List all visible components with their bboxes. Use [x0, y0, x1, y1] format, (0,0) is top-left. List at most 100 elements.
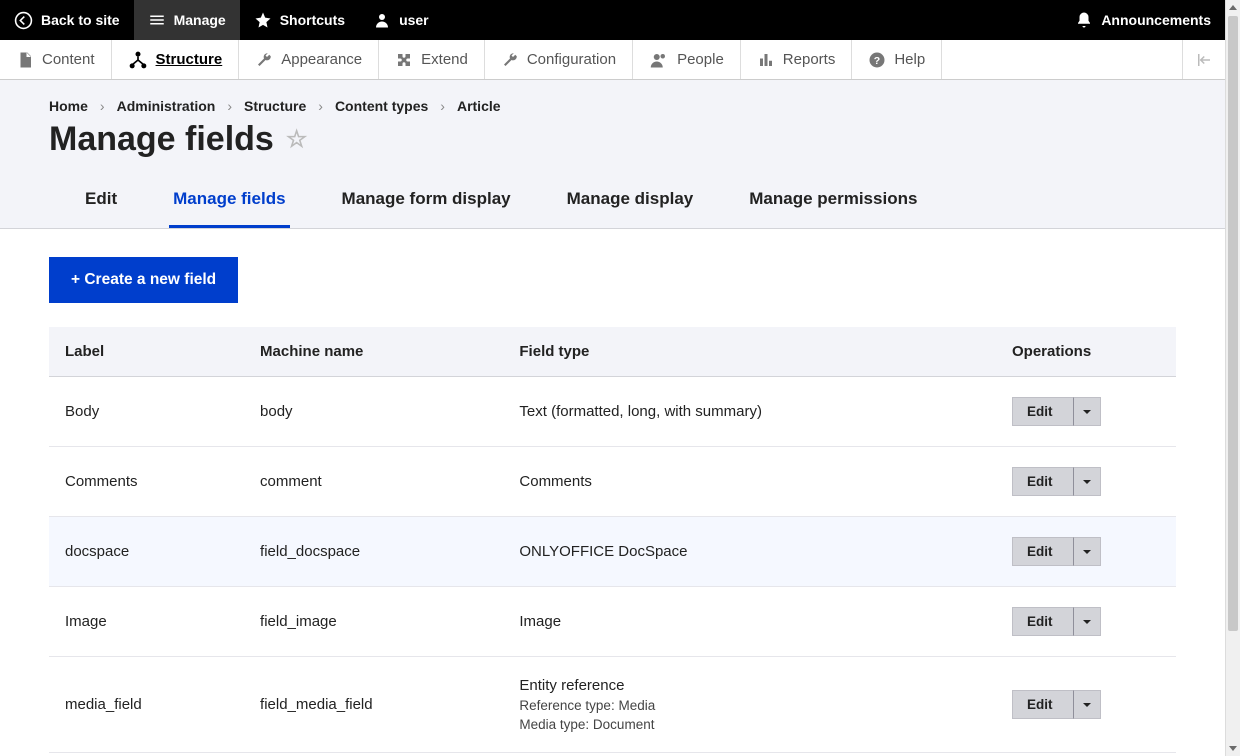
cell-machine: field_image [244, 587, 503, 657]
crumb-admin[interactable]: Administration [117, 98, 216, 114]
table-row: Imagefield_imageImage Edit [49, 587, 1176, 657]
top-toolbar: Back to site Manage Shortcuts user Annou… [0, 0, 1225, 40]
tab-manage-display[interactable]: Manage display [563, 181, 698, 228]
admin-item-structure[interactable]: Structure [112, 40, 240, 79]
col-type: Field type [503, 327, 996, 377]
user-icon [373, 11, 391, 29]
admin-label: Help [894, 51, 925, 68]
edit-button[interactable]: Edit [1012, 467, 1073, 496]
admin-item-people[interactable]: People [633, 40, 741, 79]
cell-operations: Edit [996, 377, 1176, 447]
hamburger-icon [148, 11, 166, 29]
scroll-track[interactable] [1226, 16, 1240, 740]
admin-label: Extend [421, 51, 468, 68]
tab-manage-form-display[interactable]: Manage form display [338, 181, 515, 228]
operations-dropdown[interactable] [1073, 397, 1101, 426]
cell-operations: Edit [996, 587, 1176, 657]
announcements[interactable]: Announcements [1061, 0, 1225, 40]
back-icon [14, 11, 33, 30]
admin-item-help[interactable]: ? Help [852, 40, 942, 79]
crumb-content-types[interactable]: Content types [335, 98, 428, 114]
admin-label: People [677, 51, 724, 68]
table-row: CommentscommentCommentsEdit [49, 447, 1176, 517]
cell-type: ONLYOFFICE DocSpace [503, 517, 996, 587]
chevron-right-icon: › [318, 98, 323, 114]
back-label: Back to site [41, 12, 120, 28]
puzzle-icon [395, 51, 413, 69]
admin-menu: Content Structure Appearance Extend Conf… [0, 40, 1225, 80]
edit-button[interactable]: Edit [1012, 607, 1073, 636]
favorite-star-icon[interactable]: ☆ [286, 125, 308, 154]
operations-dropdown[interactable] [1073, 467, 1101, 496]
cell-type: Comments [503, 447, 996, 517]
people-icon [649, 51, 669, 69]
structure-icon [128, 50, 148, 70]
scroll-up-icon[interactable] [1226, 0, 1240, 16]
col-ops: Operations [996, 327, 1176, 377]
page-header: Home › Administration › Structure › Cont… [0, 80, 1225, 229]
admin-label: Structure [156, 51, 223, 68]
tabs: Edit Manage fields Manage form display M… [49, 181, 1176, 228]
admin-label: Content [42, 51, 95, 68]
edit-button[interactable]: Edit [1012, 397, 1073, 426]
crumb-home[interactable]: Home [49, 98, 88, 114]
table-row: BodybodyText (formatted, long, with summ… [49, 377, 1176, 447]
edit-button[interactable]: Edit [1012, 690, 1073, 719]
operations-dropdown[interactable] [1073, 607, 1101, 636]
admin-item-configuration[interactable]: Configuration [485, 40, 633, 79]
chevron-down-icon [1082, 617, 1092, 627]
back-to-site[interactable]: Back to site [0, 0, 134, 40]
collapse-toolbar[interactable] [1182, 40, 1225, 79]
field-subtext: Media type: Document [519, 717, 980, 732]
cell-label: Image [49, 587, 244, 657]
chevron-right-icon: › [100, 98, 105, 114]
bell-icon [1075, 11, 1093, 29]
table-row: Tagsfield_tagsEntity referenceReference … [49, 753, 1176, 756]
crumb-structure[interactable]: Structure [244, 98, 306, 114]
admin-item-extend[interactable]: Extend [379, 40, 485, 79]
cell-operations: Edit [996, 657, 1176, 753]
cell-machine: comment [244, 447, 503, 517]
user-menu[interactable]: user [359, 0, 443, 40]
tab-manage-fields[interactable]: Manage fields [169, 181, 289, 228]
cell-operations: Edit [996, 517, 1176, 587]
cell-label: media_field [49, 657, 244, 753]
star-icon [254, 11, 272, 29]
scroll-down-icon[interactable] [1226, 740, 1240, 756]
cell-machine: body [244, 377, 503, 447]
shortcuts[interactable]: Shortcuts [240, 0, 359, 40]
window-scrollbar[interactable] [1225, 0, 1240, 756]
tab-manage-permissions[interactable]: Manage permissions [745, 181, 921, 228]
operations-dropdown[interactable] [1073, 690, 1101, 719]
cell-label: Body [49, 377, 244, 447]
cell-type: Image [503, 587, 996, 657]
page-title: Manage fields [49, 120, 274, 159]
main-content: + Create a new field Label Machine name … [0, 229, 1225, 756]
cell-type: Entity referenceReference type: MediaMed… [503, 657, 996, 753]
wrench-icon [255, 51, 273, 69]
chart-icon [757, 51, 775, 69]
cell-label: docspace [49, 517, 244, 587]
tab-edit[interactable]: Edit [81, 181, 121, 228]
crumb-article[interactable]: Article [457, 98, 501, 114]
cell-machine: field_media_field [244, 657, 503, 753]
col-machine: Machine name [244, 327, 503, 377]
collapse-icon [1195, 51, 1213, 69]
cell-type: Text (formatted, long, with summary) [503, 377, 996, 447]
scroll-thumb[interactable] [1228, 16, 1238, 631]
admin-item-reports[interactable]: Reports [741, 40, 853, 79]
col-label: Label [49, 327, 244, 377]
create-new-field-button[interactable]: + Create a new field [49, 257, 238, 303]
edit-button[interactable]: Edit [1012, 537, 1073, 566]
cell-machine: field_tags [244, 753, 503, 756]
operations-dropdown[interactable] [1073, 537, 1101, 566]
admin-item-content[interactable]: Content [0, 40, 112, 79]
breadcrumb: Home › Administration › Structure › Cont… [49, 98, 1176, 114]
svg-text:?: ? [874, 54, 880, 66]
manage-label: Manage [174, 12, 226, 28]
manage-toggle[interactable]: Manage [134, 0, 240, 40]
user-label: user [399, 12, 429, 28]
admin-item-appearance[interactable]: Appearance [239, 40, 379, 79]
field-subtext: Reference type: Media [519, 698, 980, 713]
chevron-down-icon [1082, 547, 1092, 557]
